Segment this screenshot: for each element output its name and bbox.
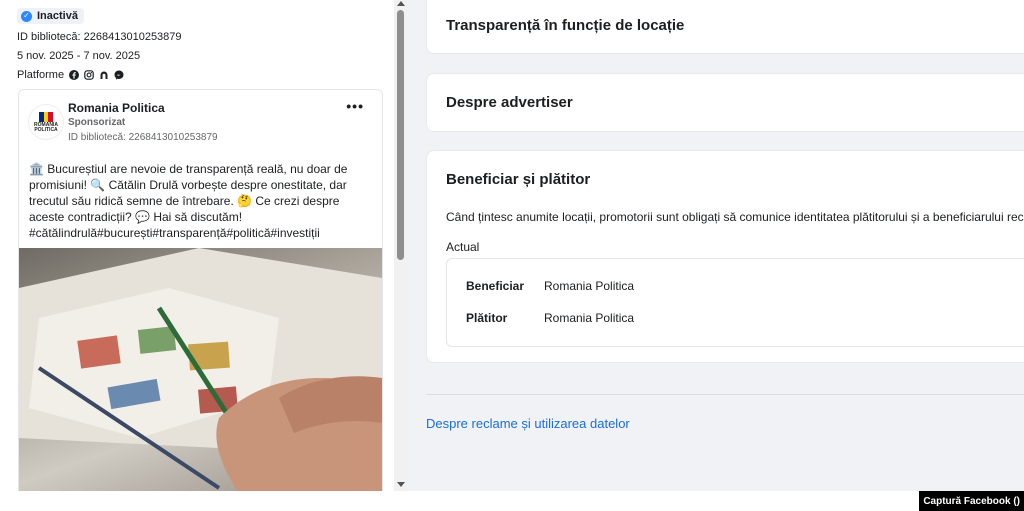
- payer-label: Plătitor: [466, 311, 508, 325]
- payer-value: Romania Politica: [544, 311, 635, 325]
- location-transparency-section[interactable]: Transparență în funcție de locație: [426, 0, 1024, 54]
- beneficiary-label: Beneficiar: [466, 279, 525, 293]
- card-library-id: ID bibliotecă: 2268413010253879: [68, 132, 218, 143]
- inactive-icon: ✓: [21, 10, 32, 22]
- scroll-down-icon[interactable]: [397, 482, 405, 487]
- beneficiary-payer-section: Beneficiar și plătitor Când țintesc anum…: [426, 150, 1024, 363]
- ad-image: [19, 248, 382, 491]
- platforms-row: Platforme: [17, 69, 124, 81]
- details-panel: Transparență în funcție de locație Despr…: [407, 0, 1024, 491]
- about-advertiser-section[interactable]: Despre advertiser: [426, 73, 1024, 132]
- current-label: Actual: [446, 240, 480, 254]
- current-info-box: Beneficiar Romania Politica Plătitor Rom…: [446, 258, 1024, 347]
- logo-text: ROMANIA POLITICA: [34, 121, 58, 133]
- screenshot-caption: Captură Facebook (): [919, 491, 1024, 511]
- audience-network-icon: [99, 70, 109, 80]
- ad-details-panel: ✓ Inactivă ID bibliotecă: 22684130102538…: [0, 0, 394, 491]
- about-advertiser-title[interactable]: Despre advertiser: [446, 94, 573, 111]
- payer-description: Când țintesc anumite locații, promotorii…: [446, 210, 1024, 224]
- beneficiary-payer-title[interactable]: Beneficiar și plătitor: [446, 171, 590, 188]
- instagram-icon: [84, 70, 94, 80]
- advertiser-name[interactable]: Romania Politica: [68, 101, 165, 115]
- newspaper-photo: [19, 248, 382, 491]
- sponsored-label: Sponsorizat: [68, 117, 126, 128]
- more-options-button[interactable]: •••: [346, 98, 364, 114]
- platforms-label: Platforme: [17, 69, 65, 81]
- status-badge: ✓ Inactivă: [17, 8, 84, 24]
- ad-preview-card: ROMANIA POLITICA Romania Politica Sponso…: [18, 89, 383, 491]
- library-id: ID bibliotecă: 2268413010253879: [17, 31, 182, 43]
- location-transparency-title[interactable]: Transparență în funcție de locație: [446, 17, 684, 34]
- facebook-icon: [69, 70, 80, 80]
- messenger-icon: [114, 70, 124, 80]
- scroll-up-icon[interactable]: [397, 1, 405, 6]
- divider: [426, 394, 1024, 395]
- beneficiary-value: Romania Politica: [544, 279, 635, 293]
- scroll-thumb[interactable]: [397, 10, 404, 260]
- ad-body-text: 🏛️ Bucureștiul are nevoie de transparenț…: [29, 162, 348, 240]
- romania-flag-icon: [39, 111, 54, 122]
- about-ads-link[interactable]: Despre reclame și utilizarea datelor: [426, 416, 630, 431]
- caption-bar: Captură Facebook (): [0, 491, 1024, 511]
- status-label: Inactivă: [37, 10, 78, 22]
- left-scrollbar[interactable]: [394, 0, 407, 491]
- advertiser-logo: ROMANIA POLITICA: [28, 104, 64, 140]
- date-range: 5 nov. 2025 - 7 nov. 2025: [17, 50, 141, 62]
